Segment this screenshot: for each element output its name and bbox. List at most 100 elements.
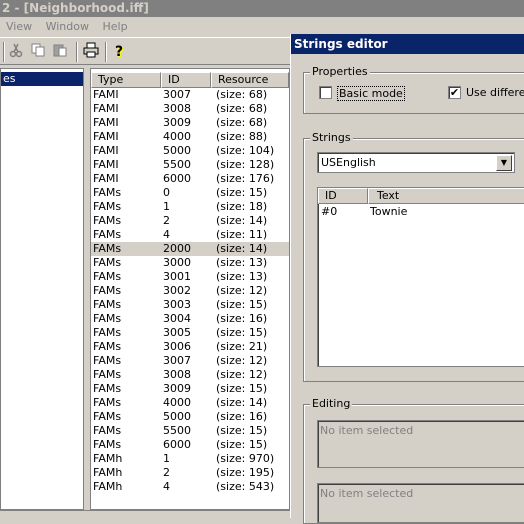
resource-tree[interactable]: es [0,68,84,510]
cell-type: FAMs [93,256,122,269]
cell-resource: (size: 12) [216,354,268,367]
table-row[interactable]: FAMI 5500 (size: 128) [91,158,289,172]
cell-type: FAMI [93,116,119,129]
cell-id: 6000 [163,172,191,185]
tree-selected-item[interactable]: es [1,72,83,86]
string-id: #0 [321,205,338,218]
cell-type: FAMI [93,88,119,101]
cell-id: 0 [163,186,170,199]
cell-id: 5500 [163,158,191,171]
cell-id: 3002 [163,284,191,297]
table-row[interactable]: FAMs 4000 (size: 14) [91,396,289,410]
cell-resource: (size: 68) [216,102,268,115]
table-row[interactable]: FAMh 4 (size: 543) [91,480,289,494]
table-row[interactable]: FAMs 0 (size: 15) [91,186,289,200]
cell-id: 3007 [163,88,191,101]
table-row[interactable]: FAMI 3008 (size: 68) [91,102,289,116]
cell-type: FAMs [93,270,122,283]
strings-group-label: Strings [310,131,353,144]
use-different-checkbox[interactable]: ✔ [448,86,461,99]
cell-id: 5500 [163,424,191,437]
cell-id: 3008 [163,368,191,381]
table-row[interactable]: FAMs 3002 (size: 12) [91,284,289,298]
cell-id: 2000 [163,242,191,255]
cell-resource: (size: 16) [216,312,268,325]
basic-mode-label[interactable]: Basic mode [337,86,405,101]
cell-type: FAMs [93,354,122,367]
cell-type: FAMs [93,396,122,409]
strings-column-id[interactable]: ID [318,188,368,204]
basic-mode-checkbox[interactable] [319,86,332,99]
table-row[interactable]: #0 Townie [318,205,524,219]
table-row[interactable]: FAMh 2 (size: 195) [91,466,289,480]
table-row[interactable]: FAMI 6000 (size: 176) [91,172,289,186]
cell-type: FAMI [93,158,119,171]
table-row[interactable]: FAMs 3001 (size: 13) [91,270,289,284]
cell-type: FAMh [93,466,123,479]
cell-id: 4 [163,480,170,493]
cell-type: FAMI [93,172,119,185]
language-select-value: USEnglish [321,156,376,169]
table-row[interactable]: FAMs 5500 (size: 15) [91,424,289,438]
chevron-down-icon[interactable]: ▼ [496,155,512,171]
table-row[interactable]: FAMI 5000 (size: 104) [91,144,289,158]
cell-type: FAMs [93,410,122,423]
table-row[interactable]: FAMI 3007 (size: 68) [91,88,289,102]
cell-resource: (size: 15) [216,326,268,339]
table-row[interactable]: FAMs 3003 (size: 15) [91,298,289,312]
cell-type: FAMs [93,326,122,339]
cell-id: 1 [163,200,170,213]
editing-field-2[interactable]: No item selected [317,483,524,523]
cell-resource: (size: 12) [216,284,268,297]
language-select[interactable]: USEnglish ▼ [317,152,515,173]
cell-id: 4000 [163,396,191,409]
cut-icon[interactable] [6,42,26,62]
strings-table[interactable]: ID Text #0 Townie [317,187,524,367]
table-row[interactable]: FAMs 3000 (size: 13) [91,256,289,270]
table-row[interactable]: FAMs 3007 (size: 12) [91,354,289,368]
cell-resource: (size: 68) [216,88,268,101]
cell-type: FAMI [93,144,119,157]
table-row[interactable]: FAMs 4 (size: 11) [91,228,289,242]
table-row[interactable]: FAMs 3004 (size: 16) [91,312,289,326]
table-row[interactable]: FAMh 1 (size: 970) [91,452,289,466]
column-header-id[interactable]: ID [161,72,211,88]
paste-icon[interactable] [50,42,70,62]
table-row[interactable]: FAMs 3008 (size: 12) [91,368,289,382]
properties-group-label: Properties [310,65,370,78]
menu-help[interactable]: Help [102,20,127,33]
menu-view[interactable]: View [6,20,32,33]
table-row[interactable]: FAMs 5000 (size: 16) [91,410,289,424]
cell-type: FAMs [93,214,122,227]
cell-resource: (size: 128) [216,158,275,171]
table-row[interactable]: FAMI 3009 (size: 68) [91,116,289,130]
table-row[interactable]: FAMs 3005 (size: 15) [91,326,289,340]
print-icon[interactable] [81,42,101,62]
strings-column-text[interactable]: Text [368,188,524,204]
use-different-label[interactable]: Use different [466,86,524,99]
cell-id: 3008 [163,102,191,115]
column-header-resource[interactable]: Resource [211,72,289,88]
menu-window[interactable]: Window [46,20,89,33]
table-row[interactable]: FAMs 1 (size: 18) [91,200,289,214]
table-row[interactable]: FAMI 4000 (size: 88) [91,130,289,144]
table-row[interactable]: FAMs 6000 (size: 15) [91,438,289,452]
table-row[interactable]: FAMs 2000 (size: 14) [91,242,289,256]
cell-id: 3007 [163,354,191,367]
table-row[interactable]: FAMs 2 (size: 14) [91,214,289,228]
cell-id: 6000 [163,438,191,451]
cell-type: FAMs [93,382,122,395]
copy-icon[interactable] [28,42,48,62]
table-row[interactable]: FAMs 3006 (size: 21) [91,340,289,354]
cell-id: 2 [163,214,170,227]
cell-resource: (size: 68) [216,116,268,129]
column-header-type[interactable]: Type [91,72,161,88]
toolbar: ? [0,37,290,65]
cell-resource: (size: 15) [216,424,268,437]
table-row[interactable]: FAMs 3009 (size: 15) [91,382,289,396]
help-icon[interactable]: ? [109,42,129,62]
editing-field-1[interactable]: No item selected [317,420,524,468]
cell-id: 3003 [163,298,191,311]
cell-id: 3004 [163,312,191,325]
resource-list[interactable]: Type ID Resource FAMI 3007 (size: 68) FAMI 3… [90,68,290,510]
